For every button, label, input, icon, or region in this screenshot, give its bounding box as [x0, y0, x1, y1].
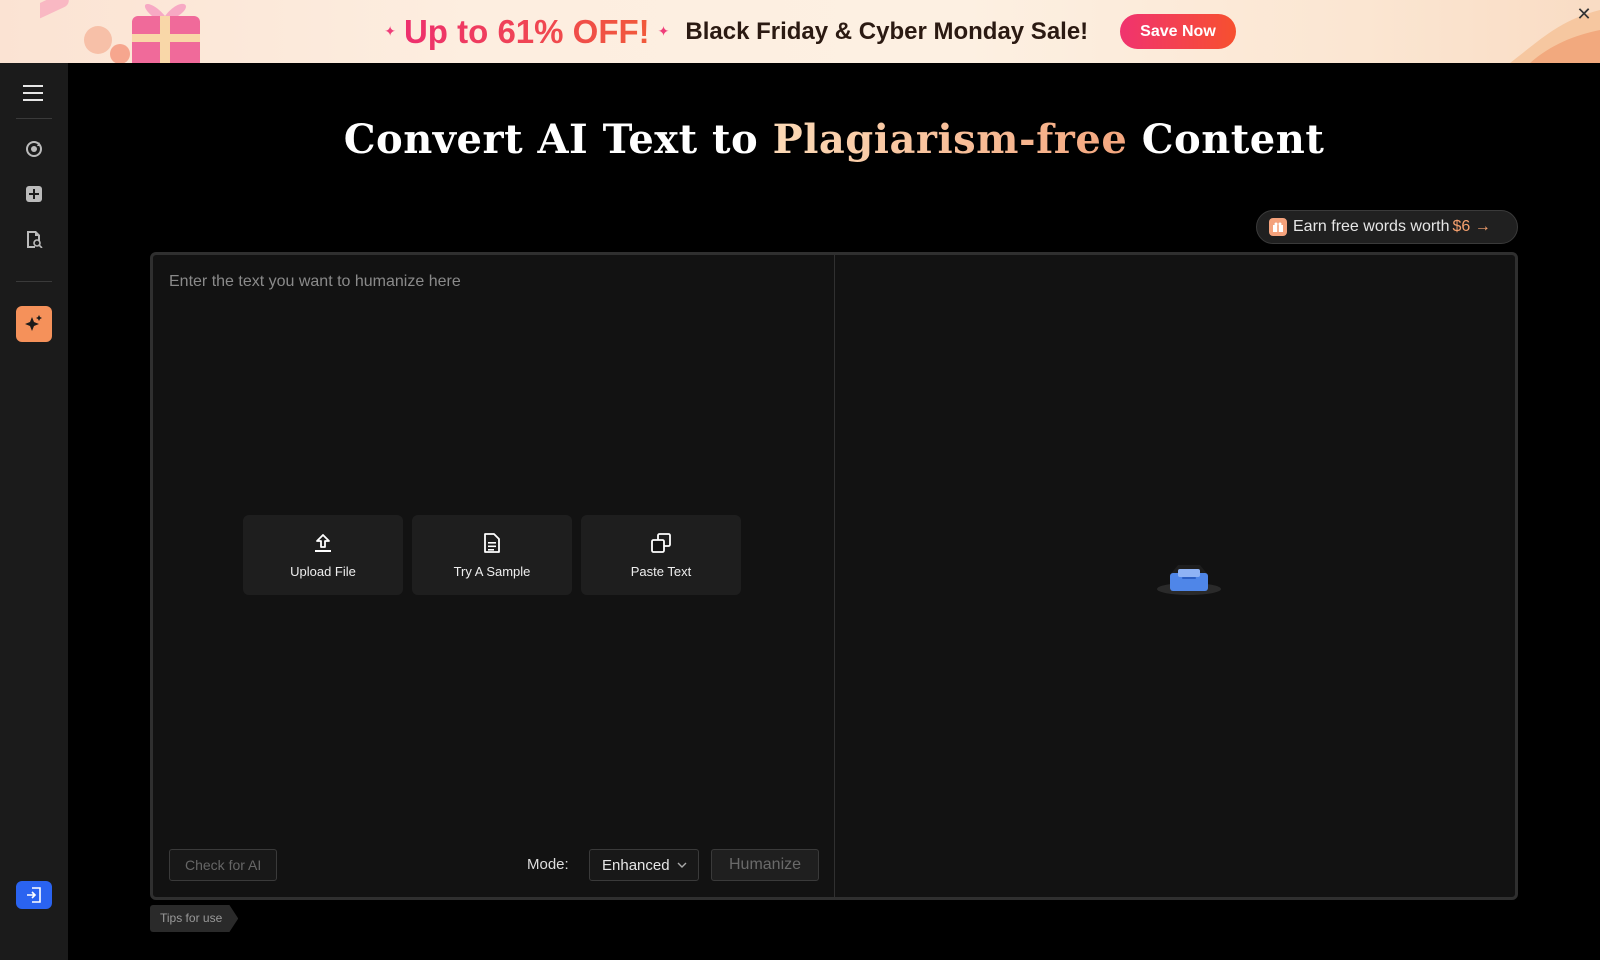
earn-text: Earn free words worth	[1293, 218, 1450, 235]
copy-icon	[651, 532, 671, 553]
tips-for-use-tab[interactable]: Tips for use	[150, 905, 239, 932]
sidebar-divider	[16, 118, 52, 119]
humanizer-panel: Upload File Try A Sample Paste Text Chec…	[150, 252, 1518, 900]
document-icon	[484, 532, 500, 553]
promo-headline: Up to 61% OFF!	[403, 12, 650, 50]
sidebar-divider	[16, 281, 52, 282]
chevron-down-icon	[677, 862, 687, 868]
menu-icon[interactable]	[16, 75, 52, 111]
input-toolbar: Check for AI Mode: Enhanced Humanize	[169, 849, 819, 881]
close-icon[interactable]: ✕	[1574, 4, 1594, 24]
upload-file-button[interactable]: Upload File	[243, 515, 403, 595]
check-for-ai-button[interactable]: Check for AI	[169, 849, 278, 881]
title-accent: Plagiarism-free	[772, 116, 1128, 163]
gift-icon	[1269, 218, 1287, 236]
page-title: Convert AI Text to Plagiarism-free Conte…	[68, 116, 1600, 163]
paste-text-button[interactable]: Paste Text	[581, 515, 741, 595]
document-search-icon[interactable]	[16, 221, 52, 257]
spark-icon: ✦	[657, 23, 670, 39]
save-now-button[interactable]: Save Now	[1120, 14, 1236, 49]
add-icon[interactable]	[16, 176, 52, 212]
promo-banner: ✦ Up to 61% OFF! ✦ Black Friday & Cyber …	[0, 0, 1600, 63]
action-label: Try A Sample	[453, 563, 531, 579]
mode-label: Mode:	[527, 856, 569, 873]
refresh-detect-icon[interactable]	[16, 131, 52, 167]
mode-select[interactable]: Enhanced	[589, 849, 699, 881]
earn-amount: $6 →	[1452, 218, 1491, 235]
mode-value: Enhanced	[602, 856, 670, 874]
input-pane: Upload File Try A Sample Paste Text Chec…	[153, 255, 835, 897]
gift-decoration-icon	[40, 0, 200, 63]
earn-free-words-badge[interactable]: Earn free words worth $6 →	[1256, 210, 1518, 244]
spark-icon: ✦	[384, 23, 396, 39]
humanize-button[interactable]: Humanize	[711, 849, 819, 881]
sparkle-humanizer-icon[interactable]	[16, 306, 52, 342]
banner-content: ✦ Up to 61% OFF! ✦ Black Friday & Cyber …	[384, 13, 1236, 51]
output-pane	[836, 255, 1515, 897]
sidebar	[0, 63, 68, 960]
try-sample-button[interactable]: Try A Sample	[412, 515, 572, 595]
sale-text: Black Friday & Cyber Monday Sale!	[685, 17, 1089, 45]
upload-icon	[315, 533, 331, 552]
title-part: Content	[1127, 116, 1325, 163]
login-icon[interactable]	[16, 881, 52, 909]
title-part: Convert AI Text to	[343, 116, 773, 163]
action-label: Paste Text	[630, 563, 692, 579]
empty-box-icon	[1157, 565, 1221, 595]
action-label: Upload File	[290, 563, 356, 579]
